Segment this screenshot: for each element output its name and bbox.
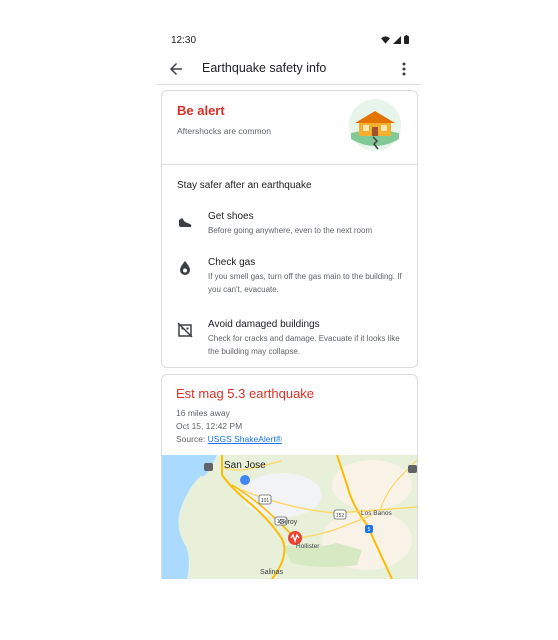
earthquake-magnitude-title: Est mag 5.3 earthquake (176, 386, 315, 401)
app-bar-divider (157, 84, 421, 85)
more-options-icon[interactable] (397, 60, 411, 78)
earthquake-datetime: Oct 15, 12:42 PM (176, 421, 243, 431)
wifi-icon (381, 35, 390, 44)
safety-tip-description: Before going anywhere, even to the next … (208, 226, 373, 235)
map-label-salinas: Salinas (260, 569, 283, 576)
status-bar: 12:30 (157, 28, 421, 54)
earthquake-source: Source: USGS ShakeAlert® (176, 434, 282, 444)
safety-tip-description: Check for cracks and damage. Evacuate if… (208, 334, 400, 356)
safety-tip-title: Avoid damaged buildings (208, 319, 320, 330)
safety-tip-title: Get shoes (208, 211, 254, 222)
map-canvas: 101 5 152 156 (162, 454, 417, 579)
alert-title: Be alert (177, 103, 225, 118)
safety-card: Be alert Aftershocks are common Stay saf… (161, 90, 418, 368)
source-link[interactable]: USGS ShakeAlert® (208, 434, 282, 444)
page-title: Earthquake safety info (202, 61, 327, 75)
section-title: Stay safer after an earthquake (177, 180, 312, 191)
source-prefix: Source: (176, 434, 208, 444)
earthquake-distance: 16 miles away (176, 408, 230, 418)
highway-152-label: 152 (336, 513, 345, 519)
status-icons (381, 35, 409, 44)
phone-screen: 12:30 Earthquake safety info Be alert Af… (157, 28, 421, 588)
map-label-san-jose: San Jose (224, 460, 266, 471)
map-label-los-banos: Los Banos (361, 510, 392, 517)
highway-shield-icon (408, 465, 417, 473)
battery-icon (404, 35, 409, 44)
shoe-icon (179, 218, 192, 227)
earthquake-map[interactable]: 101 5 152 156 San Jose Los Banos Gilroy … (162, 454, 417, 579)
gas-flame-icon (180, 261, 190, 275)
user-location-dot (240, 475, 250, 485)
signal-icon (393, 35, 401, 44)
highway-5-label: 5 (368, 527, 371, 533)
card-divider (162, 164, 417, 165)
damaged-building-icon (177, 322, 193, 338)
map-label-gilroy: Gilroy (279, 519, 298, 526)
back-arrow-icon[interactable] (167, 60, 185, 78)
app-bar: Earthquake safety info (157, 54, 421, 84)
alert-subtitle: Aftershocks are common (177, 126, 272, 136)
safety-tip-description: If you smell gas, turn off the gas main … (208, 272, 402, 294)
earthquake-card: Est mag 5.3 earthquake 16 miles away Oct… (161, 374, 418, 579)
damaged-house-illustration (349, 99, 401, 151)
safety-tip-title: Check gas (208, 257, 256, 268)
highway-101-label: 101 (261, 498, 270, 504)
status-time: 12:30 (171, 35, 197, 46)
highway-shield-icon (204, 463, 213, 471)
map-label-hollister: Hollister (296, 543, 320, 550)
